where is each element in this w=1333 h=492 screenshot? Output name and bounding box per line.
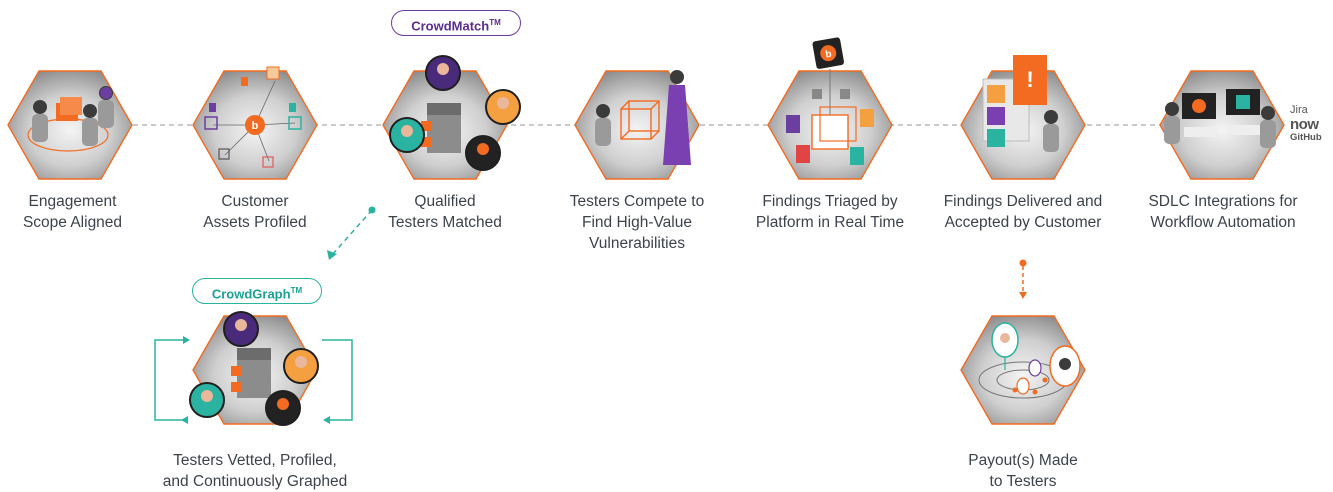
step-label-line: Payout(s) Made	[968, 452, 1078, 469]
svg-text:!: !	[1026, 67, 1033, 92]
hex-testers-compete	[574, 70, 700, 180]
servicenow-logo: now	[1290, 116, 1319, 133]
step-label-testers-vetted: Testers Vetted, Profiled, and Continuous…	[155, 450, 355, 492]
step-label-findings-delivered: Findings Delivered and Accepted by Custo…	[928, 191, 1118, 233]
step-label-line: Qualified	[414, 193, 476, 210]
hex-customer-assets: b	[192, 66, 318, 180]
step-label-line: Scope Aligned	[22, 214, 123, 231]
crowdgraph-connector	[330, 209, 373, 257]
hex-findings-delivered: !	[960, 55, 1086, 180]
step-label-line: Accepted by Customer	[944, 214, 1102, 231]
hex-qualified-testers	[382, 55, 521, 180]
step-label-line: Testers Compete to	[569, 193, 705, 210]
step-label-qualified-testers: Qualified Testers Matched	[370, 191, 520, 233]
step-label-line: Assets Profiled	[203, 214, 307, 231]
hex-findings-triaged: b	[767, 37, 893, 180]
step-label-line: Engagement	[28, 193, 117, 210]
step-label-sdlc: SDLC Integrations for Workflow Automatio…	[1128, 191, 1318, 233]
svg-text:b: b	[252, 120, 259, 132]
crowdgraph-badge: CrowdGraphTM	[192, 278, 322, 304]
loop-bracket-left	[154, 339, 188, 421]
step-label-line: Vulnerabilities	[589, 235, 685, 252]
loop-bracket-right	[322, 339, 353, 421]
github-logo: GitHub	[1290, 132, 1322, 143]
step-label-findings-triaged: Findings Triaged by Platform in Real Tim…	[740, 191, 920, 233]
hex-engagement	[7, 70, 133, 180]
step-label-line: Platform in Real Time	[755, 214, 905, 231]
step-label-line: Findings Delivered and	[943, 193, 1103, 210]
hex-testers-vetted	[189, 311, 319, 426]
hex-payout	[960, 315, 1086, 425]
step-label-line: to Testers	[989, 473, 1057, 490]
hex-sdlc-integrations	[1159, 70, 1285, 180]
process-diagram: b b ! CrowdMatchTM CrowdGraphTM Jira now…	[0, 0, 1333, 492]
step-label-line: Customer	[221, 193, 289, 210]
crowdmatch-badge: CrowdMatchTM	[391, 10, 521, 36]
crowdgraph-tm: TM	[290, 286, 303, 295]
step-label-line: Testers Vetted, Profiled,	[173, 452, 337, 469]
step-label-line: SDLC Integrations for	[1148, 193, 1298, 210]
step-label-customer-assets: Customer Assets Profiled	[180, 191, 330, 233]
integration-logos: Jira now GitHub	[1290, 104, 1330, 144]
step-label-line: Findings Triaged by	[762, 193, 898, 210]
step-label-line: and Continuously Graphed	[162, 473, 348, 490]
step-label-line: Workflow Automation	[1150, 214, 1296, 231]
step-label-line: Testers Matched	[388, 214, 502, 231]
step-label-line: Find High-Value	[582, 214, 692, 231]
crowdmatch-tm: TM	[489, 18, 501, 27]
step-label-payout: Payout(s) Made to Testers	[953, 450, 1093, 492]
step-label-engagement: Engagement Scope Aligned	[0, 191, 145, 233]
crowdmatch-label: CrowdMatch	[411, 18, 490, 34]
crowdgraph-label: CrowdGraph	[211, 286, 291, 302]
step-label-testers-compete: Testers Compete to Find High-Value Vulne…	[552, 191, 722, 254]
